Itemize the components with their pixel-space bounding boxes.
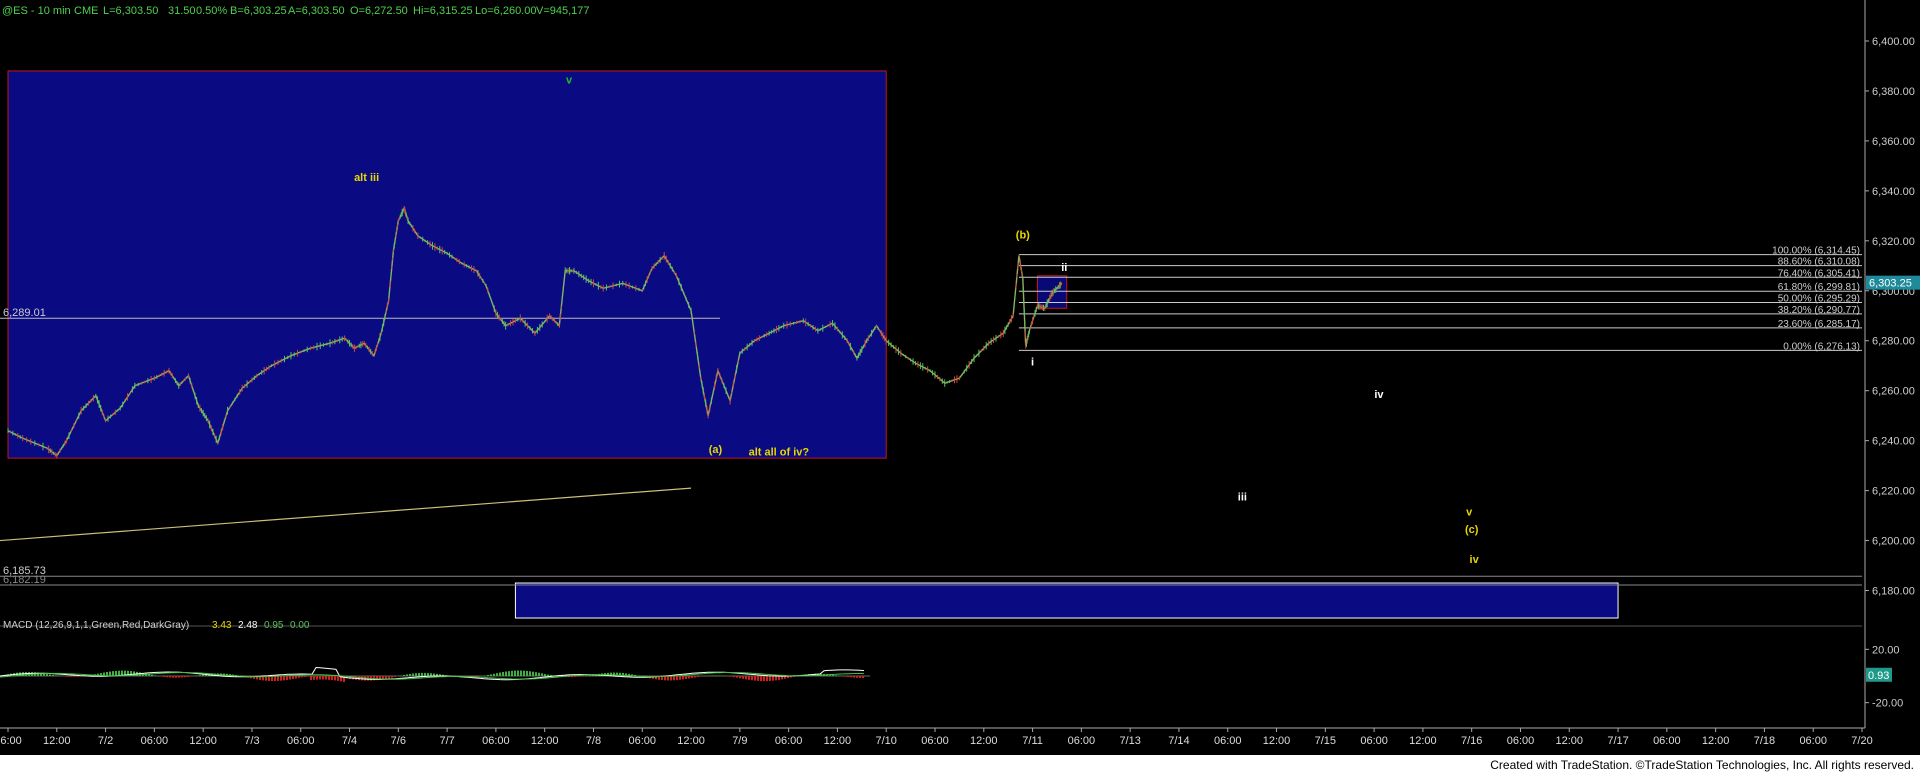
wave-label: (c) <box>1465 524 1479 536</box>
time-tick-label: 12:00 <box>43 735 71 747</box>
price-tick-label: 6,220.00 <box>1872 486 1915 498</box>
header-change: 31.50 <box>168 5 196 17</box>
macd-current-label: 0.93 <box>1868 670 1889 682</box>
header-change-pct: 0.50% <box>196 5 227 17</box>
price-chart[interactable]: 6,289.016,185.736,182.19 100.00% (6,314.… <box>0 0 1920 774</box>
price-tick-label: 6,320.00 <box>1872 236 1915 248</box>
time-tick-label: 7/2 <box>98 735 113 747</box>
macd-value: 3.43 <box>212 620 232 631</box>
fib-label: 76.40% (6,305.41) <box>1778 268 1860 279</box>
time-tick-label: 06:00 <box>1214 735 1242 747</box>
price-tick-label: 6,360.00 <box>1872 136 1915 148</box>
time-tick-label: 12:00 <box>1409 735 1437 747</box>
time-tick-label: 7/17 <box>1607 735 1628 747</box>
header-volume: V=945,177 <box>536 5 590 17</box>
price-tick-label: 6,280.00 <box>1872 336 1915 348</box>
time-tick-label: 06:00 <box>0 735 22 747</box>
macd-title: MACD (12,26,9,1,1,Green,Red,DarkGray) <box>3 620 189 631</box>
zone-upper-box <box>7 70 887 459</box>
wave-label: alt all of iv? <box>749 447 810 459</box>
time-tick-label: 7/13 <box>1119 735 1140 747</box>
fib-label: 38.20% (6,290.77) <box>1778 305 1860 316</box>
time-tick-label: 06:00 <box>482 735 510 747</box>
time-tick-label: 06:00 <box>1799 735 1827 747</box>
price-tick-label: 6,380.00 <box>1872 86 1915 98</box>
time-tick-label: 12:00 <box>824 735 852 747</box>
header-open: O=6,272.50 <box>350 5 408 17</box>
time-tick-label: 7/8 <box>586 735 601 747</box>
time-tick-label: 12:00 <box>531 735 559 747</box>
time-tick-label: 7/7 <box>439 735 454 747</box>
wave-label: v <box>566 74 573 86</box>
time-tick-label: 06:00 <box>1068 735 1096 747</box>
macd-value: 0.00 <box>290 620 310 631</box>
wave-label: i <box>1031 357 1034 369</box>
fib-label: 88.60% (6,310.08) <box>1778 257 1860 268</box>
wave-label: (a) <box>709 444 723 456</box>
header-symbol: @ES - 10 min <box>2 5 71 17</box>
footer-bar: Created with TradeStation. ©TradeStation… <box>0 755 1920 774</box>
fib-label: 50.00% (6,295.29) <box>1778 294 1860 305</box>
wave-label: iv <box>1374 389 1384 401</box>
time-tick-label: 7/16 <box>1461 735 1482 747</box>
time-tick-label: 12:00 <box>970 735 998 747</box>
price-tick-label: 6,200.00 <box>1872 536 1915 548</box>
zone-lower-box <box>514 582 1619 619</box>
time-tick-label: 12:00 <box>1702 735 1730 747</box>
macd-value: 2.48 <box>238 620 258 631</box>
header-exchange: CME <box>74 5 98 17</box>
time-tick-label: 06:00 <box>628 735 656 747</box>
level-label: 6,289.01 <box>3 307 46 319</box>
time-tick-label: 12:00 <box>1555 735 1583 747</box>
symbol-header: @ES - 10 min CME L=6,303.50 31.50 0.50% … <box>2 5 590 17</box>
header-high: Hi=6,315.25 <box>413 5 473 17</box>
price-tick-label: 6,180.00 <box>1872 586 1915 598</box>
price-tick-label: 6,340.00 <box>1872 186 1915 198</box>
wave-label: iii <box>1238 492 1247 504</box>
header-bid: B=6,303.25 <box>230 5 287 17</box>
macd-axis-label: -20.00 <box>1872 698 1903 710</box>
time-tick-label: 7/15 <box>1315 735 1336 747</box>
header-last: L=6,303.50 <box>103 5 158 17</box>
time-tick-label: 7/6 <box>391 735 406 747</box>
time-tick-label: 7/18 <box>1754 735 1775 747</box>
price-tick-label: 6,240.00 <box>1872 436 1915 448</box>
fib-label: 23.60% (6,285.17) <box>1778 319 1860 330</box>
time-tick-label: 7/4 <box>342 735 357 747</box>
macd-axis-label: 20.00 <box>1872 644 1900 656</box>
wave-label: (b) <box>1016 229 1030 241</box>
time-tick-label: 06:00 <box>921 735 949 747</box>
fib-label: 61.80% (6,299.81) <box>1778 282 1860 293</box>
time-tick-label: 06:00 <box>287 735 315 747</box>
time-tick-label: 7/11 <box>1022 735 1043 747</box>
time-tick-label: 7/3 <box>244 735 259 747</box>
wave-label: v <box>1466 507 1473 519</box>
time-tick-label: 7/10 <box>875 735 896 747</box>
time-tick-label: 06:00 <box>1653 735 1681 747</box>
time-tick-label: 12:00 <box>189 735 217 747</box>
wave-label: ii <box>1061 262 1067 274</box>
wave-label: iv <box>1470 554 1480 566</box>
header-ask: A=6,303.50 <box>288 5 345 17</box>
macd-value: 0.95 <box>264 620 284 631</box>
wave-label: alt iii <box>354 172 379 184</box>
time-tick-label: 06:00 <box>775 735 803 747</box>
time-tick-label: 06:00 <box>1360 735 1388 747</box>
time-tick-label: 06:00 <box>1507 735 1535 747</box>
fib-label: 100.00% (6,314.45) <box>1772 246 1860 257</box>
price-tick-label: 6,260.00 <box>1872 386 1915 398</box>
footer-credit: Created with TradeStation. ©TradeStation… <box>1490 758 1914 772</box>
time-tick-label: 12:00 <box>677 735 705 747</box>
last-price-label: 6,303.25 <box>1869 278 1912 290</box>
fib-label: 0.00% (6,276.13) <box>1783 341 1860 352</box>
header-low: Lo=6,260.00 <box>475 5 536 17</box>
time-tick-label: 7/20 <box>1851 735 1872 747</box>
price-tick-label: 6,400.00 <box>1872 36 1915 48</box>
level-label: 6,182.19 <box>3 574 46 586</box>
time-tick-label: 06:00 <box>141 735 169 747</box>
time-tick-label: 7/14 <box>1168 735 1189 747</box>
time-tick-label: 12:00 <box>1263 735 1291 747</box>
time-tick-label: 7/9 <box>732 735 747 747</box>
